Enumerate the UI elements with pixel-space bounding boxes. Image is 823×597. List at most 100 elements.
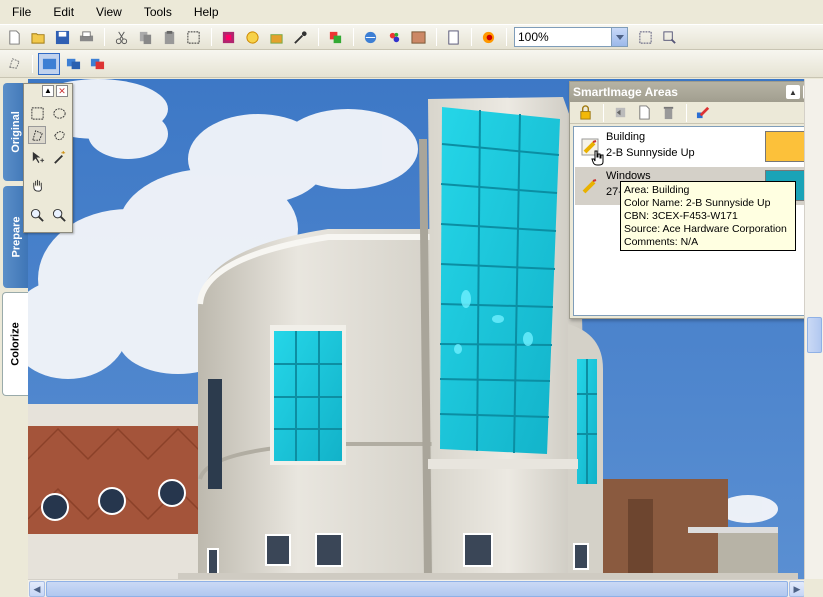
area-color-name: 2-B Sunnyside Up — [606, 147, 695, 159]
select-all-button[interactable] — [182, 26, 204, 48]
main-toolbar: 100% — [0, 24, 823, 50]
view-split-button[interactable] — [62, 53, 84, 75]
tab-colorize-label: Colorize — [10, 322, 22, 366]
toolbar-separator — [603, 103, 604, 122]
freeform-select-icon — [53, 130, 65, 140]
panel-title: SmartImage Areas — [573, 85, 678, 99]
tooltip-comments: Comments: N/A — [624, 236, 699, 248]
ellipse-select-tool[interactable] — [50, 104, 68, 122]
save-icon — [55, 30, 69, 44]
rect-select-icon — [30, 106, 44, 120]
horizontal-scroll-thumb[interactable] — [46, 581, 788, 597]
new-button[interactable] — [3, 26, 25, 48]
vertical-scrollbar[interactable] — [804, 79, 823, 579]
close-icon[interactable]: ✕ — [56, 85, 68, 97]
zoom-in-tool[interactable] — [28, 206, 46, 224]
view-toolbar — [0, 50, 823, 78]
vertical-scroll-thumb[interactable] — [807, 317, 822, 353]
zoom-fit-icon — [638, 30, 652, 44]
zoom-fit-button[interactable] — [634, 26, 656, 48]
hand-tool[interactable] — [28, 176, 46, 194]
chevron-left-icon: ◀ — [33, 583, 41, 594]
delete-area-button[interactable] — [657, 102, 679, 124]
toolbar-separator — [471, 28, 472, 46]
collapse-icon[interactable]: ▲ — [42, 85, 54, 97]
globe-button[interactable] — [359, 26, 381, 48]
polygon-select-tool[interactable] — [28, 126, 46, 144]
paint-icon — [222, 31, 234, 43]
zoom-in-icon — [30, 208, 44, 222]
fill-button[interactable] — [265, 26, 287, 48]
move-add-tool[interactable] — [28, 148, 46, 166]
color-wheel-button[interactable] — [477, 26, 499, 48]
print-button[interactable] — [75, 26, 97, 48]
open-button[interactable] — [27, 26, 49, 48]
horizontal-scrollbar[interactable]: ◀ ▶ — [28, 579, 805, 597]
toolbar-separator — [353, 28, 354, 46]
cut-button[interactable] — [110, 26, 132, 48]
trash-icon — [663, 106, 673, 120]
rect-select-tool[interactable] — [28, 104, 46, 122]
lasso-icon — [8, 58, 20, 69]
fill-icon — [269, 33, 283, 44]
window-group-tower — [439, 107, 560, 454]
view-split-icon — [66, 58, 80, 70]
lock-button[interactable] — [574, 102, 596, 124]
zoom-out-tool[interactable] — [50, 206, 68, 224]
select-all-icon — [186, 30, 200, 44]
toolbar-separator — [506, 28, 507, 46]
view-original-button[interactable] — [38, 52, 60, 75]
area-back-icon — [615, 107, 625, 118]
cut-icon — [115, 31, 127, 44]
zoom-select-icon — [662, 30, 676, 44]
tab-colorize[interactable]: Colorize — [2, 292, 29, 396]
menu-edit[interactable]: Edit — [45, 3, 82, 21]
copy-icon — [139, 31, 151, 44]
view-colorized-button[interactable] — [86, 53, 108, 75]
color-wheel-icon — [482, 31, 494, 43]
zoom-select-button[interactable] — [658, 26, 680, 48]
picture-button[interactable] — [407, 26, 429, 48]
palette-button[interactable] — [383, 26, 405, 48]
page-icon — [447, 29, 459, 45]
toolbar-separator — [686, 103, 687, 122]
panel-collapse-icon[interactable]: ▲ — [786, 85, 800, 99]
save-button[interactable] — [51, 26, 73, 48]
paste-button[interactable] — [158, 26, 180, 48]
zoom-select[interactable]: 100% — [514, 27, 628, 47]
tooltip-area: Area: Building — [624, 184, 690, 196]
arrow-plus-icon — [32, 151, 44, 163]
eyedropper-icon — [293, 30, 307, 44]
paint-area-button[interactable] — [692, 102, 714, 124]
magic-wand-tool[interactable] — [50, 148, 68, 166]
palette-icon — [389, 32, 399, 42]
scroll-left-button[interactable]: ◀ — [29, 581, 45, 597]
lock-icon — [579, 105, 591, 120]
tab-prepare-label: Prepare — [10, 216, 23, 258]
tab-original-label: Original — [10, 111, 22, 153]
toolbar-separator — [32, 54, 33, 73]
eyedropper-button[interactable] — [289, 26, 311, 48]
print-icon — [79, 30, 93, 41]
menu-view[interactable]: View — [88, 3, 130, 21]
lasso-button[interactable] — [3, 53, 25, 75]
brush-icon — [581, 177, 599, 195]
page-button[interactable] — [442, 26, 464, 48]
paint-button[interactable] — [217, 26, 239, 48]
chevron-down-icon[interactable] — [611, 28, 627, 46]
list-item[interactable]: Building 2-B Sunnyside Up — [575, 128, 815, 166]
rotate-button[interactable] — [241, 26, 263, 48]
freeform-select-tool[interactable] — [50, 126, 68, 144]
scroll-right-button[interactable]: ▶ — [789, 581, 805, 597]
paint-brush-icon — [696, 106, 709, 119]
menu-tools[interactable]: Tools — [136, 3, 180, 21]
copy-button[interactable] — [134, 26, 156, 48]
menu-file[interactable]: File — [4, 3, 39, 21]
area-name: Building — [606, 131, 646, 143]
selection-tool-palette: ▲ ✕ — [23, 83, 73, 233]
new-area-button[interactable] — [633, 102, 655, 124]
picture-icon — [410, 30, 426, 44]
menu-help[interactable]: Help — [186, 3, 227, 21]
back-area-button[interactable] — [609, 102, 631, 124]
layers-button[interactable] — [324, 26, 346, 48]
